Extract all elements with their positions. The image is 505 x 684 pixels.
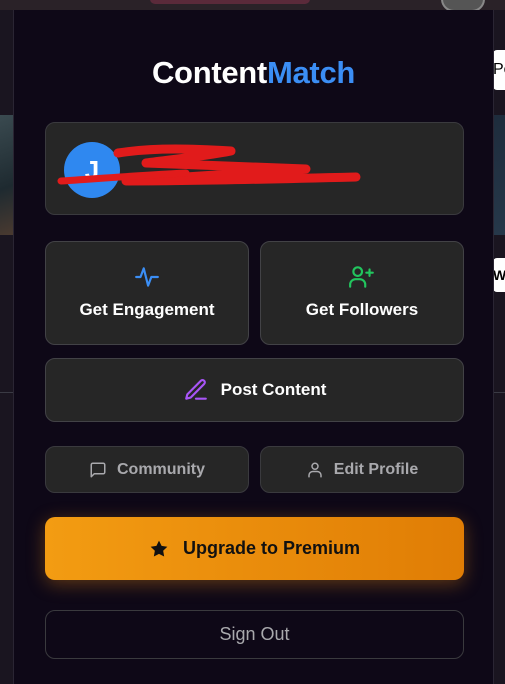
background-thumbnail-left <box>0 115 14 235</box>
upgrade-premium-label: Upgrade to Premium <box>182 538 361 558</box>
get-followers-button[interactable]: Get Followers <box>260 241 464 345</box>
logo-text-accent: Match <box>266 55 356 90</box>
browser-tab[interactable] <box>150 0 310 4</box>
sign-out-button[interactable]: Sign Out <box>45 610 464 659</box>
background-label-bottom: Wi <box>493 258 505 292</box>
browser-top-strip <box>0 0 505 12</box>
star-icon <box>149 539 169 559</box>
community-label: Community <box>117 460 205 478</box>
message-square-icon <box>89 461 107 479</box>
pen-icon <box>183 377 209 403</box>
background-thumbnail-right <box>493 115 505 235</box>
extension-popup: ContentMatch J unknown Get Engagement Ge… <box>13 10 494 684</box>
activity-icon <box>46 264 248 290</box>
edit-profile-label: Edit Profile <box>333 460 419 478</box>
background-divider <box>0 392 14 393</box>
redaction-scribble <box>57 144 361 186</box>
user-plus-icon <box>261 264 463 290</box>
profile-card[interactable]: J unknown <box>45 122 464 215</box>
get-engagement-label: Get Engagement <box>79 300 215 319</box>
logo-text-primary: Content <box>151 55 267 90</box>
get-followers-label: Get Followers <box>305 300 419 319</box>
app-logo: ContentMatch <box>14 55 493 91</box>
upgrade-premium-button[interactable]: Upgrade to Premium <box>45 517 464 580</box>
background-divider <box>493 392 505 393</box>
post-content-label: Post Content <box>220 380 327 399</box>
post-content-button[interactable]: Post Content <box>45 358 464 422</box>
background-label-top: Po <box>493 50 505 90</box>
get-engagement-button[interactable]: Get Engagement <box>45 241 249 345</box>
edit-profile-button[interactable]: Edit Profile <box>260 446 464 493</box>
community-button[interactable]: Community <box>45 446 249 493</box>
user-icon <box>306 461 324 479</box>
